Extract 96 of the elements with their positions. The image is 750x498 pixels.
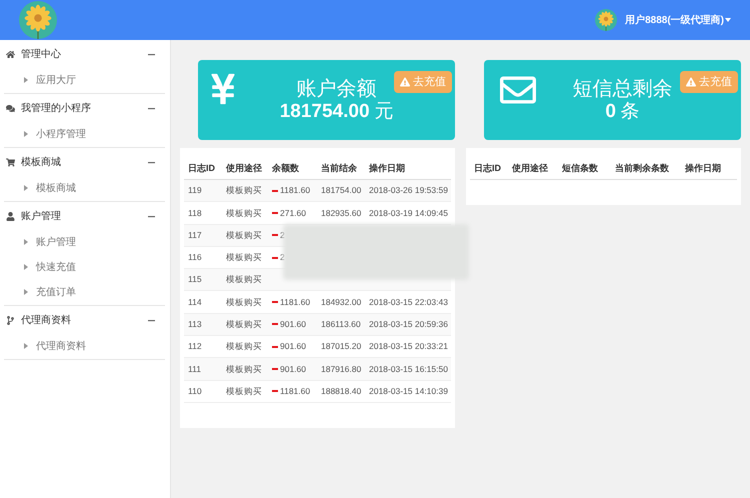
triangle-icon <box>24 343 28 349</box>
sidebar-group[interactable]: 管理中心 <box>4 40 165 68</box>
table-cell-text: 2018-03-19 14:09:45 <box>368 206 449 220</box>
triangle-icon <box>24 264 28 270</box>
table-cell-text: 118 <box>187 206 203 220</box>
table-cell-text: 181754.00 <box>320 184 362 198</box>
table-cell-text: 模板购买 <box>225 384 263 398</box>
card-amount: 181754.00 元 <box>280 101 394 123</box>
cart-icon <box>6 158 15 166</box>
column-header: 操作日期 <box>368 162 406 175</box>
table-cell-text: 117 <box>187 228 203 242</box>
minus-icon <box>272 368 278 370</box>
table-cell-text: 119 <box>187 184 203 198</box>
column-header: 日志ID <box>473 162 502 175</box>
table-cell: 2 <box>280 228 285 242</box>
sidebar-item[interactable]: 代理商资料 <box>4 334 165 358</box>
card-amount: 0 条 <box>605 101 640 123</box>
table-cell-text: 110 <box>187 384 203 398</box>
table-cell-text: 182935.60 <box>320 206 362 220</box>
table-cell-text: 184932.00 <box>320 296 362 308</box>
minus-icon <box>272 234 278 236</box>
chat-icon <box>6 104 15 112</box>
user-icon <box>6 212 15 220</box>
sidebar-item[interactable]: 小程序管理 <box>4 122 165 146</box>
table-cell-text: 2018-03-15 20:59:36 <box>368 318 449 331</box>
table-cell: 1181.60 <box>280 184 310 198</box>
table-cell: 901.60 <box>280 318 306 331</box>
table-cell-text: 116 <box>187 251 203 264</box>
table-cell-text: 187916.80 <box>320 362 362 376</box>
table-cell-text: 模板购买 <box>225 340 263 354</box>
minus-icon <box>272 212 278 214</box>
minus-icon <box>272 323 278 326</box>
sidebar-item[interactable]: 快速充值 <box>4 255 165 279</box>
triangle-icon <box>24 239 28 245</box>
sidebar-item[interactable]: 账户管理 <box>4 230 165 254</box>
sidebar-item[interactable]: 模板商城 <box>4 176 165 200</box>
table-cell-text: 187015.20 <box>320 340 362 354</box>
table-cell: 901.60 <box>280 362 306 376</box>
triangle-icon <box>24 131 28 137</box>
column-header: 日志ID <box>187 162 216 175</box>
table-cell-text: 模板购买 <box>225 206 263 220</box>
user-menu[interactable]: 用户8888(一级代理商) <box>625 12 731 28</box>
card-title: 账户余额 <box>296 77 376 101</box>
sidebar-item[interactable]: 应用大厅 <box>4 68 165 92</box>
sidebar-item[interactable]: 充值订单 <box>4 280 165 304</box>
table-cell-text: 188818.40 <box>320 384 362 398</box>
sidebar-group[interactable]: 代理商资料 <box>4 306 165 334</box>
flower-logo-icon <box>595 9 618 31</box>
sidebar-group[interactable]: 我管理的小程序 <box>4 94 165 122</box>
table-cell: 271.60 <box>280 206 306 220</box>
table-cell-text: 模板购买 <box>225 228 263 242</box>
table-cell-text: 114 <box>187 296 203 308</box>
minus-icon <box>272 190 278 192</box>
table-cell-text: 模板购买 <box>225 184 263 198</box>
table-cell-text: 2018-03-15 16:15:50 <box>368 362 449 376</box>
table-cell-text: 112 <box>187 340 203 354</box>
fork-icon <box>6 316 15 324</box>
warning-icon <box>400 77 410 87</box>
minus-icon <box>272 346 278 348</box>
table-cell: 2 <box>280 251 285 264</box>
table-cell-text: 模板购买 <box>225 273 263 286</box>
table-cell-text: 2018-03-15 14:10:39 <box>368 384 449 398</box>
table-cell-text: 2018-03-26 19:53:59 <box>368 184 449 198</box>
home-icon <box>6 50 15 58</box>
sidebar-group[interactable]: 账户管理 <box>4 202 165 230</box>
column-header: 操作日期 <box>685 162 722 175</box>
table-cell-text: 186113.60 <box>320 318 362 331</box>
minus-icon <box>272 301 278 304</box>
table-cell-text: 模板购买 <box>225 362 263 376</box>
card-title: 短信总剩余 <box>572 77 672 101</box>
triangle-icon <box>24 289 28 295</box>
column-header: 余额数 <box>271 162 300 175</box>
table-cell-text: 模板购买 <box>225 318 263 331</box>
warning-icon <box>686 77 696 87</box>
column-header: 使用途径 <box>512 162 549 175</box>
table-cell-text: 111 <box>187 362 202 376</box>
flower-logo-icon <box>19 1 57 39</box>
column-header: 使用途径 <box>224 162 263 175</box>
table-cell-text: 2018-03-15 20:33:21 <box>368 340 449 354</box>
sidebar-group[interactable]: 模板商城 <box>4 148 165 176</box>
table-cell-text: 115 <box>187 273 203 286</box>
triangle-icon <box>24 185 28 191</box>
column-header: 短信条数 <box>562 162 599 175</box>
minus-icon <box>272 390 278 392</box>
table-cell: 1181.60 <box>280 384 310 398</box>
column-header: 当前结余 <box>320 162 358 175</box>
table-cell-text: 模板购买 <box>225 251 263 264</box>
column-header: 当前剩余条数 <box>615 162 670 175</box>
table-cell-text: 113 <box>187 318 203 331</box>
table-cell: 1181.60 <box>280 296 310 308</box>
minus-icon <box>272 256 278 259</box>
table-cell-text: 2018-03-15 22:03:43 <box>368 296 449 308</box>
triangle-icon <box>24 77 28 83</box>
table-cell-text: 模板购买 <box>225 296 263 308</box>
caret-icon <box>725 18 731 22</box>
table-cell: 901.60 <box>280 340 306 354</box>
